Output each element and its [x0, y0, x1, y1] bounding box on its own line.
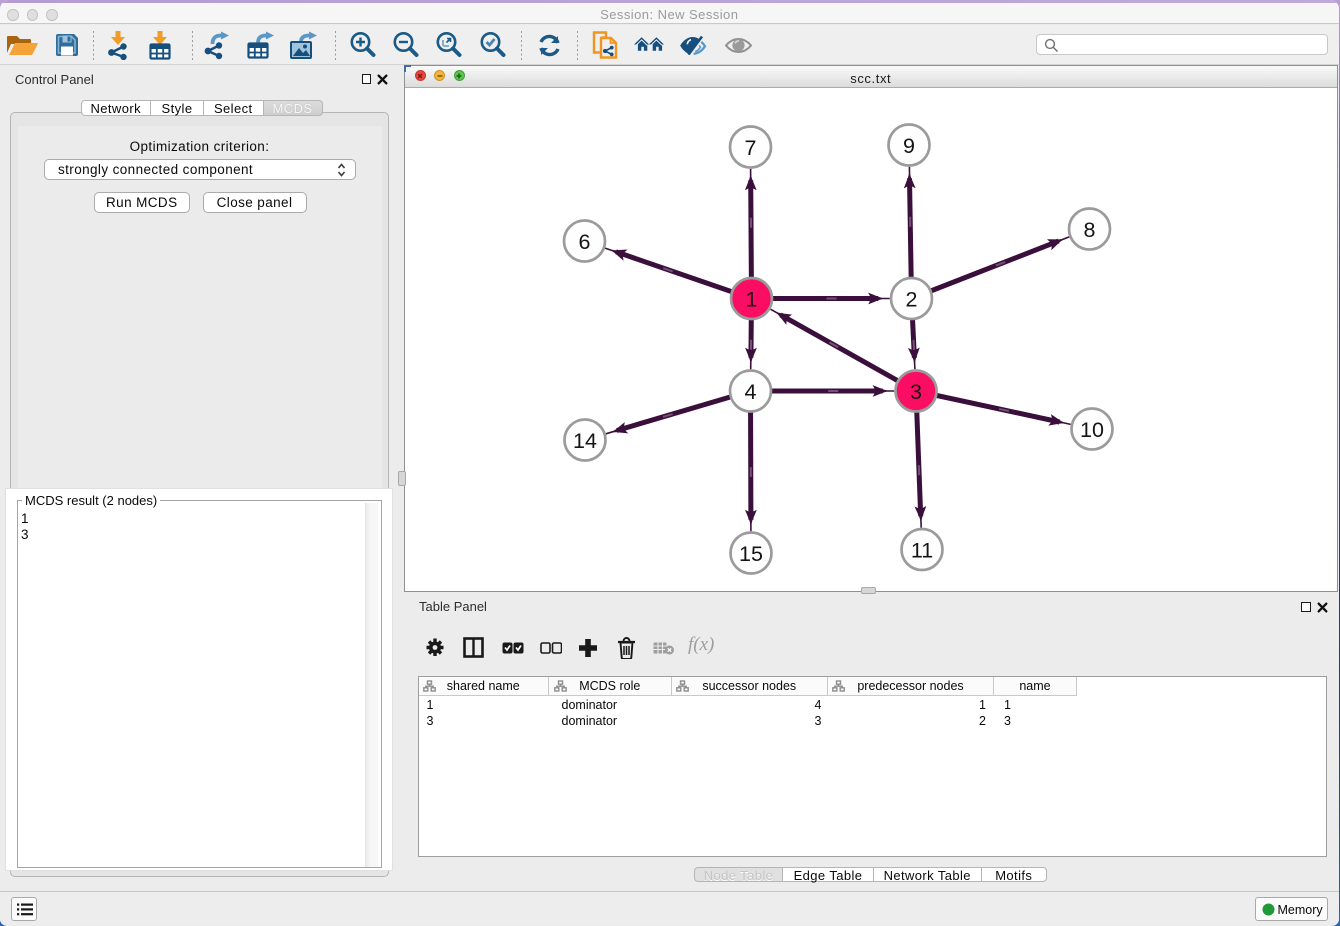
svg-text:15: 15: [739, 541, 763, 565]
svg-text:10: 10: [1080, 417, 1104, 441]
svg-text:9: 9: [903, 133, 915, 157]
svg-text:14: 14: [573, 428, 597, 452]
svg-text:4: 4: [744, 379, 756, 403]
svg-text:8: 8: [1083, 217, 1095, 241]
svg-text:3: 3: [910, 379, 922, 403]
svg-text:2: 2: [905, 287, 917, 311]
svg-text:1: 1: [745, 287, 757, 311]
svg-text:11: 11: [910, 538, 932, 562]
svg-text:6: 6: [578, 229, 590, 253]
svg-text:7: 7: [744, 135, 756, 159]
